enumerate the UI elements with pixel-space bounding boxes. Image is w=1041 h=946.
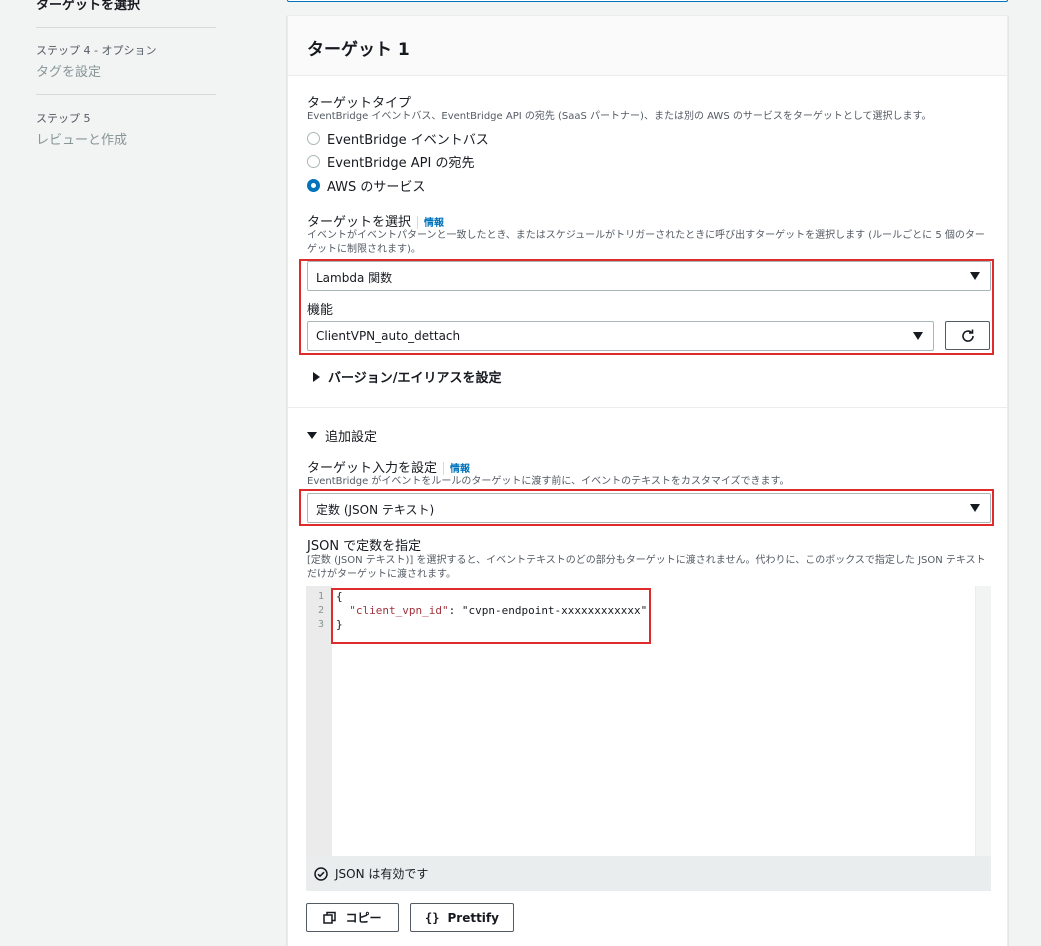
- line-numbers: 1 2 3: [318, 590, 324, 632]
- target-input-select[interactable]: 定数 (JSON テキスト): [307, 493, 991, 523]
- info-separator: [443, 462, 445, 475]
- copy-button[interactable]: コピー: [306, 903, 399, 932]
- step5-link[interactable]: レビューと作成: [36, 129, 127, 148]
- line-number: 3: [318, 619, 325, 630]
- step4-link[interactable]: タグを設定: [36, 61, 101, 80]
- radio-button[interactable]: [307, 154, 320, 168]
- target-input-select-value: 定数 (JSON テキスト): [316, 503, 435, 517]
- select-target-description: イベントがイベントパターンと一致したとき、またはスケジュールがトリガーされたとき…: [307, 230, 985, 255]
- function-label: 機能: [307, 303, 334, 318]
- json-constant-label: JSON で定数を指定: [307, 539, 422, 554]
- caret-down-icon: [970, 504, 980, 512]
- caret-down-icon: [970, 272, 980, 280]
- caret-down-icon: [307, 432, 317, 439]
- braces-icon: {}: [425, 910, 440, 925]
- target-input-description: EventBridge がイベントをルールのターゲットに渡す前に、イベントのテキ…: [307, 476, 790, 487]
- radio-label: EventBridge API の宛先: [327, 155, 475, 171]
- version-alias-expander[interactable]: バージョン/エイリアスを設定: [313, 367, 502, 386]
- target-panel: ターゲット 1 ターゲットタイプ EventBridge イベントバス、Even…: [287, 15, 1008, 946]
- prettify-button[interactable]: {} Prettify: [410, 903, 514, 932]
- target-type-description: EventBridge イベントバス、EventBridge API の宛先 (…: [307, 111, 932, 122]
- radio-label: AWS のサービス: [327, 179, 426, 195]
- radio-eventbridge-bus[interactable]: EventBridge イベントバス: [307, 129, 489, 148]
- target-input-info-link[interactable]: 情報: [450, 464, 470, 475]
- step4-label: ステップ 4 - オプション: [36, 44, 157, 57]
- select-target-label: ターゲットを選択: [307, 215, 412, 230]
- json-constant-description: [定数 (JSON テキスト)] を選択すると、イベントテキストのどの部分もター…: [307, 555, 986, 580]
- panel-title: ターゲット 1: [307, 40, 410, 60]
- caret-right-icon: [313, 371, 320, 382]
- radio-label: EventBridge イベントバス: [327, 132, 489, 148]
- target-select-value: Lambda 関数: [316, 271, 393, 285]
- target-select[interactable]: Lambda 関数: [307, 261, 991, 291]
- copy-icon: [323, 911, 337, 924]
- copy-label: コピー: [345, 911, 382, 925]
- additional-settings-label: 追加設定: [325, 430, 378, 445]
- previous-panel-edge: [287, 0, 1008, 2]
- caret-down-icon: [913, 332, 923, 340]
- target-input-label: ターゲット入力を設定: [307, 461, 438, 476]
- radio-button-selected[interactable]: [307, 178, 320, 192]
- section-divider: [288, 407, 1007, 408]
- function-select-value: ClientVPN_auto_dettach: [316, 329, 461, 343]
- step-divider: [36, 94, 216, 95]
- refresh-icon: [961, 329, 974, 342]
- target-input-label-row: ターゲット入力を設定 情報: [307, 457, 470, 476]
- editor-status-bar: JSON は有効です: [306, 856, 991, 891]
- select-target-info-link[interactable]: 情報: [424, 218, 444, 229]
- radio-button[interactable]: [307, 131, 320, 145]
- refresh-button[interactable]: [945, 321, 990, 350]
- radio-eventbridge-api[interactable]: EventBridge API の宛先: [307, 152, 475, 171]
- step-current-label: ターゲットを選択: [36, 0, 141, 13]
- step5-label: ステップ 5: [36, 112, 91, 125]
- prettify-label: Prettify: [447, 910, 499, 925]
- additional-settings-expander[interactable]: 追加設定: [307, 426, 377, 445]
- line-number: 1: [318, 591, 325, 602]
- version-alias-label: バージョン/エイリアスを設定: [328, 371, 502, 386]
- highlight-box: [331, 588, 651, 644]
- function-select[interactable]: ClientVPN_auto_dettach: [307, 321, 934, 351]
- select-target-label-row: ターゲットを選択 情報: [307, 211, 444, 230]
- line-number: 2: [318, 605, 325, 616]
- radio-aws-service[interactable]: AWS のサービス: [307, 176, 426, 195]
- target-type-label: ターゲットタイプ: [307, 96, 412, 111]
- check-circle-icon: [314, 866, 328, 881]
- json-valid-status: JSON は有効です: [335, 867, 429, 881]
- info-separator: [417, 216, 419, 229]
- panel-header: ターゲット 1: [288, 16, 1007, 76]
- editor-gutter: 1 2 3: [306, 586, 332, 856]
- step-divider: [36, 27, 216, 28]
